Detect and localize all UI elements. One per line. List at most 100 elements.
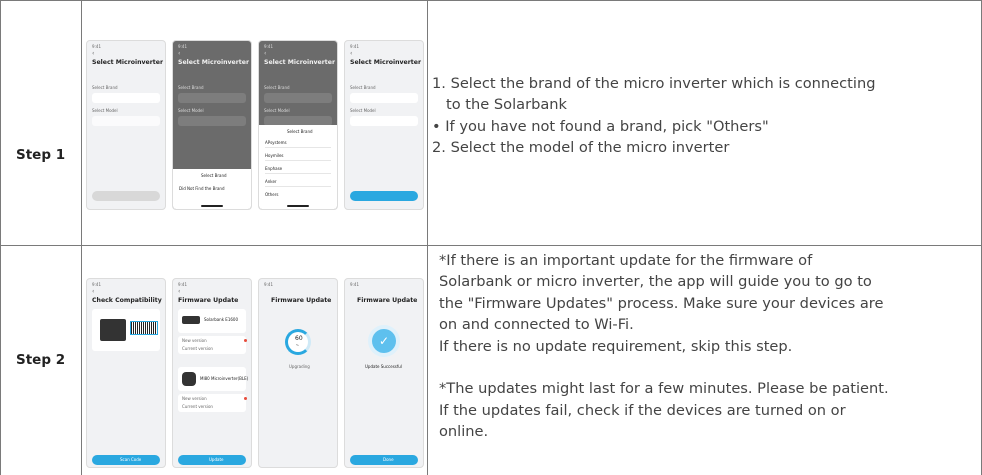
step1-phone-2: 9:41 ‹ Select Microinverter Select Brand… <box>172 40 252 210</box>
sheet-title: Select Brand <box>201 173 227 178</box>
status-time: 9:41 <box>92 282 101 287</box>
update-dot <box>244 397 247 400</box>
field-brand-label: Select Brand <box>92 85 118 90</box>
next-button <box>350 191 418 201</box>
brand-option: Anker <box>265 179 277 184</box>
sheet-item: Did Not Find the Brand <box>179 186 225 191</box>
status-time: 9:41 <box>178 282 187 287</box>
field-brand-label: Select Brand <box>264 85 290 90</box>
brand-option: Enphase <box>265 166 283 171</box>
microinverter-graphic <box>182 372 196 386</box>
step-1-description: 1. Select the brand of the micro inverte… <box>432 73 875 159</box>
brand-field <box>350 93 418 103</box>
desc-line: online. <box>439 423 489 441</box>
progress-ring <box>285 329 311 355</box>
step1-phone-4: 9:41 ‹ Select Microinverter Select Brand… <box>344 40 424 210</box>
step-1-label: Step 1 <box>16 147 66 163</box>
status-text: Upgrading <box>289 364 310 369</box>
status-time: 9:41 <box>92 44 101 49</box>
screen-title: Select Microinverter <box>350 59 422 66</box>
device-card-1: Solarbank E1600 <box>178 309 246 333</box>
status-time: 9:41 <box>350 44 359 49</box>
model-field <box>92 116 160 126</box>
desc-line: 2. Select the model of the micro inverte… <box>432 139 730 157</box>
update-button: Update <box>178 455 246 465</box>
screen-title: Select Microinverter <box>178 59 250 66</box>
bottom-sheet: Select Brand Did Not Find the Brand <box>173 169 251 209</box>
solarbank-graphic <box>182 316 200 324</box>
table-border-left <box>0 0 1 475</box>
step-2-label: Step 2 <box>16 352 66 368</box>
back-icon: ‹ <box>92 288 95 295</box>
brand-field <box>92 93 160 103</box>
brand-field <box>178 93 246 103</box>
field-model-label: Select Model <box>264 108 290 113</box>
success-check-icon: ✓ <box>372 329 396 353</box>
instruction-table: Step 1 9:41 ‹ Select Microinverter Selec… <box>0 0 982 475</box>
table-border-middle <box>0 245 982 246</box>
step2-phone-4: 9:41 Firmware Update ✓ Update Successful… <box>344 278 424 468</box>
step2-phone-1: 9:41 ‹ Check Compatibility Scan Code <box>86 278 166 468</box>
status-time: 9:41 <box>264 282 273 287</box>
desc-line: the "Firmware Updates" process. Make sur… <box>439 294 884 312</box>
version-card-2: New version Current version <box>178 394 247 412</box>
status-time: 9:41 <box>264 44 273 49</box>
desc-line: on and connected to Wi-Fi. <box>439 316 634 334</box>
progress-value: 60 <box>295 335 303 342</box>
model-field <box>178 116 246 126</box>
desc-line: *If there is an important update for the… <box>439 252 813 269</box>
barcode-icon <box>130 321 158 335</box>
device-card-2: MI80 Microinverter(BLE) <box>178 367 248 391</box>
desc-line: • If you have not found a brand, pick "O… <box>432 117 769 135</box>
screen-title: Check Compatibility <box>92 297 162 304</box>
table-border-col2 <box>427 0 428 475</box>
screen-title: Select Microinverter <box>92 59 164 66</box>
home-indicator <box>201 205 223 207</box>
next-button <box>92 191 160 201</box>
brand-option: Others <box>265 192 279 197</box>
step2-phone-2: 9:41 ‹ Firmware Update Solarbank E1600 N… <box>172 278 252 468</box>
step1-phone-3: 9:41 ‹ Select Microinverter Select Brand… <box>258 40 338 210</box>
field-brand-label: Select Brand <box>178 85 204 90</box>
back-icon: ‹ <box>92 50 95 57</box>
home-indicator <box>287 205 309 207</box>
table-border-top <box>0 0 982 1</box>
field-model-label: Select Model <box>178 108 204 113</box>
field-brand-label: Select Brand <box>350 85 376 90</box>
desc-line: Solarbank or micro inverter, the app wil… <box>439 273 872 291</box>
microinverter-graphic <box>100 319 126 341</box>
desc-line: If the updates fail, check if the device… <box>439 401 846 419</box>
step1-phone-1: 9:41 ‹ Select Microinverter Select Brand… <box>86 40 166 210</box>
screen-title: Firmware Update <box>357 297 418 304</box>
desc-line: to the Solarbank <box>446 96 567 114</box>
done-button: Done <box>350 455 418 465</box>
brand-field <box>264 93 332 103</box>
screen-title: Select Microinverter <box>264 59 336 66</box>
desc-line: *The updates might last for a few minute… <box>439 380 889 398</box>
status-time: 9:41 <box>178 44 187 49</box>
step-2-description: *If there is an important update for the… <box>439 250 889 443</box>
field-model-label: Select Model <box>92 108 118 113</box>
update-dot <box>244 339 247 342</box>
desc-line: 1. Select the brand of the micro inverte… <box>432 75 876 92</box>
brand-option: APsystems <box>265 140 287 145</box>
device-image <box>92 309 160 351</box>
sheet-title: Select Brand <box>287 129 313 134</box>
desc-line <box>439 357 889 378</box>
status-time: 9:41 <box>350 282 359 287</box>
back-icon: ‹ <box>178 288 181 295</box>
back-icon: ‹ <box>264 50 267 57</box>
screen-title: Firmware Update <box>271 297 332 304</box>
model-field <box>350 116 418 126</box>
screen-title: Firmware Update <box>178 297 239 304</box>
back-icon: ‹ <box>178 50 181 57</box>
divider <box>265 147 331 148</box>
divider <box>265 160 331 161</box>
scan-code-button: Scan Code <box>92 455 160 465</box>
version-card-1: New version Current version <box>178 336 247 354</box>
status-text: Update Successful <box>365 364 402 369</box>
divider <box>265 173 331 174</box>
desc-line: If there is no update requirement, skip … <box>439 337 793 355</box>
progress-unit: % <box>296 343 299 347</box>
step2-phone-3: 9:41 Firmware Update 60 % Upgrading <box>258 278 338 468</box>
